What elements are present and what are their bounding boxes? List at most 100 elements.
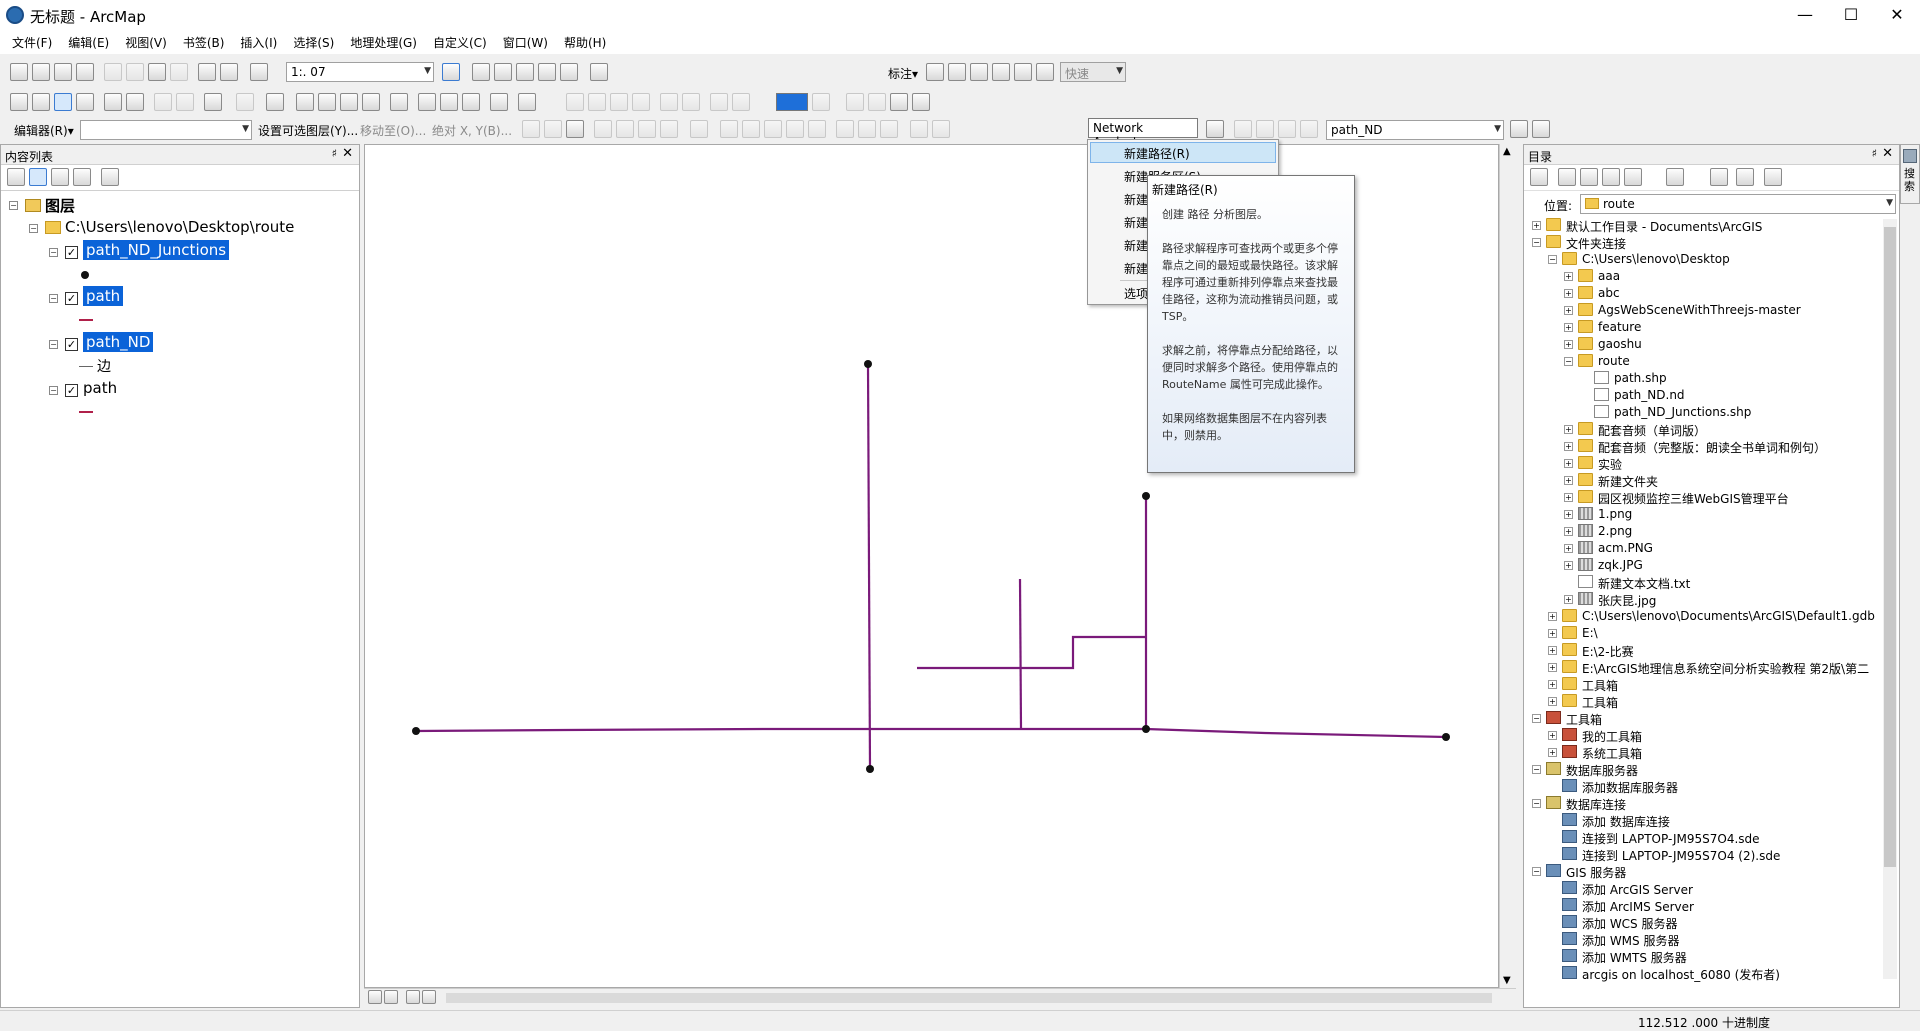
eraser-icon[interactable] (932, 120, 950, 138)
expand-icon[interactable]: + (1548, 731, 1557, 740)
minimize-button[interactable]: — (1782, 0, 1828, 30)
layout-tool-2-icon[interactable] (868, 93, 886, 111)
expand-icon[interactable]: + (1564, 544, 1573, 553)
expand-icon[interactable]: + (1532, 221, 1541, 230)
copy-icon[interactable] (126, 63, 144, 81)
save-icon[interactable] (54, 63, 72, 81)
color-swatch[interactable] (776, 93, 808, 111)
home-icon[interactable] (1602, 168, 1620, 186)
create-features-icon[interactable] (880, 120, 898, 138)
go-to-xy-icon[interactable] (462, 93, 480, 111)
maximize-button[interactable]: ☐ (1828, 0, 1874, 30)
location-combo[interactable]: route ▼ (1580, 194, 1896, 214)
info-icon[interactable] (318, 93, 336, 111)
layer-collapse-icon[interactable]: − (49, 248, 58, 257)
html-popup-icon[interactable] (362, 93, 380, 111)
junction-point[interactable] (1142, 492, 1150, 500)
absolute-xy[interactable]: 绝对 X, Y(B)... (432, 122, 512, 139)
full-extent-icon[interactable] (76, 93, 94, 111)
source-folder[interactable]: C:\Users\lenovo\Desktop\route (65, 218, 294, 236)
unplaced-labels-icon[interactable] (1036, 63, 1054, 81)
menu-help[interactable]: 帮助(H) (556, 30, 614, 54)
expand-icon[interactable]: + (1564, 493, 1573, 502)
georef-tool-5-icon[interactable] (660, 93, 678, 111)
georef-tool-3-icon[interactable] (610, 93, 628, 111)
expand-icon[interactable]: + (1548, 646, 1557, 655)
menu-edit[interactable]: 编辑(E) (60, 30, 117, 54)
georef-tool-8-icon[interactable] (732, 93, 750, 111)
new-vehicle-routing-menu-item[interactable]: 新建 (1124, 237, 1148, 254)
connect-folder-icon[interactable] (1710, 168, 1728, 186)
add-data-icon[interactable] (250, 63, 268, 81)
layer-path-nd-junctions[interactable]: path_ND_Junctions (83, 240, 230, 260)
menu-selection[interactable]: 选择(S) (285, 30, 342, 54)
edit-tool-icon[interactable] (522, 120, 540, 138)
label-menu[interactable]: 标注▾ (888, 65, 918, 82)
georef-tool-7-icon[interactable] (710, 93, 728, 111)
collapse-icon[interactable]: − (1548, 255, 1557, 264)
collapse-icon[interactable]: − (1564, 357, 1573, 366)
layout-view-icon[interactable] (384, 990, 398, 1004)
georef-tool-2-icon[interactable] (588, 93, 606, 111)
build-network-icon[interactable] (1510, 120, 1528, 138)
search-window-icon[interactable] (516, 63, 534, 81)
zoom-out-icon[interactable] (32, 93, 50, 111)
map-vertical-scrollbar[interactable]: ▲ ▼ (1499, 144, 1516, 988)
layers-root[interactable]: 图层 (45, 195, 75, 216)
layer-visibility-checkbox[interactable]: ✓ (65, 384, 78, 397)
attributes-icon[interactable] (836, 120, 854, 138)
forward-icon[interactable] (1558, 168, 1576, 186)
options-menu-item[interactable]: 选项 (1124, 285, 1148, 302)
print-icon[interactable] (76, 63, 94, 81)
collapse-icon[interactable]: − (1532, 714, 1541, 723)
network-analyst-window-icon[interactable] (1206, 120, 1224, 138)
cut-icon[interactable] (104, 63, 122, 81)
sketch-properties-icon[interactable] (858, 120, 876, 138)
pan-icon[interactable] (54, 93, 72, 111)
identify-icon[interactable] (296, 93, 314, 111)
menu-windows[interactable]: 窗口(W) (495, 30, 556, 54)
list-by-drawing-order-icon[interactable] (7, 168, 25, 186)
expand-icon[interactable]: + (1564, 476, 1573, 485)
menu-insert[interactable]: 插入(I) (232, 30, 285, 54)
clear-selection-icon[interactable] (236, 93, 254, 111)
search-side-tab[interactable]: 搜索 (1900, 144, 1920, 204)
undo-icon[interactable] (198, 63, 216, 81)
expand-icon[interactable]: + (1548, 680, 1557, 689)
editor-menu[interactable]: 编辑器(R)▾ (14, 122, 74, 139)
viewer-window-icon[interactable] (518, 93, 536, 111)
menu-bookmarks[interactable]: 书签(B) (175, 30, 233, 54)
expand-icon[interactable]: + (1564, 289, 1573, 298)
time-slider-icon[interactable] (490, 93, 508, 111)
label-manager-icon[interactable] (926, 63, 944, 81)
cut-polygon-icon[interactable] (764, 120, 782, 138)
new-route-menu-item[interactable]: 新建路径(R) (1124, 145, 1190, 162)
directions-icon[interactable] (1300, 120, 1318, 138)
label-view-icon[interactable] (970, 63, 988, 81)
arctoolbox-icon[interactable] (538, 63, 556, 81)
point-icon[interactable] (690, 120, 708, 138)
redo-icon[interactable] (220, 63, 238, 81)
label-placement-icon[interactable] (992, 63, 1010, 81)
label-pause-icon[interactable] (1014, 63, 1032, 81)
straight-segment-icon[interactable] (594, 120, 612, 138)
network-dataset-combo[interactable]: path_ND ▼ (1326, 120, 1504, 140)
expand-icon[interactable]: + (1564, 442, 1573, 451)
views-icon[interactable] (1666, 168, 1684, 186)
layers-collapse-icon[interactable]: − (9, 201, 18, 210)
set-selectable-layers[interactable]: 设置可选图层(Y)... (258, 122, 358, 139)
python-window-icon[interactable] (560, 63, 578, 81)
collapse-icon[interactable]: − (1532, 238, 1541, 247)
paste-icon[interactable] (148, 63, 166, 81)
new-od-cost-matrix-menu-item[interactable]: 新建 (1124, 214, 1148, 231)
layout-tool-4-icon[interactable] (912, 93, 930, 111)
layer-path[interactable]: path (83, 379, 117, 397)
expand-icon[interactable]: + (1564, 459, 1573, 468)
map-horizontal-scrollbar[interactable] (446, 993, 1492, 1003)
select-elements-icon[interactable] (266, 93, 284, 111)
toc-options-icon[interactable] (101, 168, 119, 186)
layer-path-nd[interactable]: path_ND (83, 332, 154, 352)
edit-options-icon[interactable] (910, 120, 928, 138)
select-move-location-icon[interactable] (1256, 120, 1274, 138)
georef-tool-4-icon[interactable] (632, 93, 650, 111)
